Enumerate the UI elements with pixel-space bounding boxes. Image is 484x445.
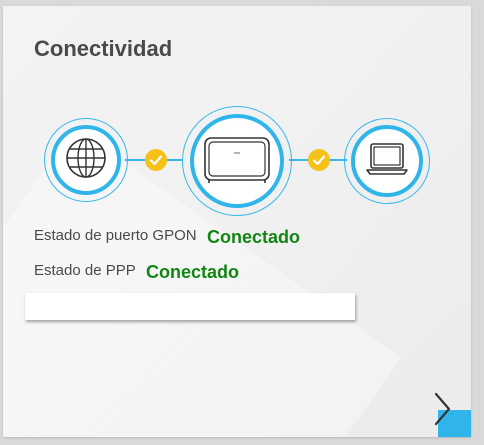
ppp-status-value: Conectado: [146, 262, 240, 282]
link-ok-check-icon: [308, 149, 330, 171]
computer-node: [351, 125, 423, 197]
ppp-status-label: Estado de PPP: [34, 262, 136, 279]
router-node: [190, 114, 284, 208]
connectivity-card: Conectividad Estado de puerto GPON Conec…: [3, 6, 471, 437]
link-ok-check-icon: [145, 149, 167, 171]
gpon-status-label: Estado de puerto GPON: [34, 227, 197, 244]
router-icon: [203, 133, 271, 190]
info-bar: [25, 293, 355, 320]
card-title: Conectividad: [34, 36, 173, 61]
globe-icon: [65, 137, 107, 184]
chevron-right-icon[interactable]: [431, 391, 453, 427]
internet-node: [51, 125, 121, 195]
laptop-icon: [365, 141, 409, 182]
gpon-status-value: Conectado: [207, 227, 301, 247]
